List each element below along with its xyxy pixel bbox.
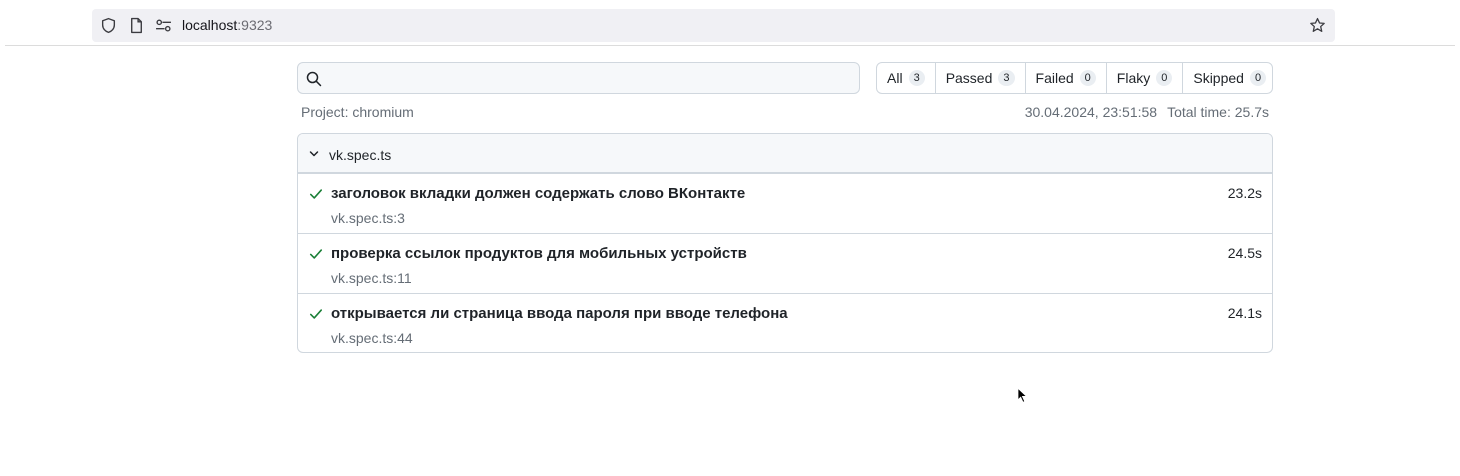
mouse-cursor-icon	[1017, 387, 1028, 403]
search-icon	[306, 71, 322, 87]
filter-label: Passed	[945, 70, 993, 86]
file-header[interactable]: vk.spec.ts	[298, 134, 1272, 173]
browser-toolbar: localhost:9323	[0, 0, 1460, 46]
filter-count: 0	[1249, 70, 1267, 86]
url-text[interactable]: localhost:9323	[182, 17, 272, 34]
search-box[interactable]	[297, 62, 860, 94]
toolbar-divider	[5, 45, 1455, 46]
filter-label: Skipped	[1193, 70, 1244, 86]
url-host: localhost	[182, 17, 238, 33]
address-bar[interactable]: localhost:9323	[92, 9, 1335, 42]
total-time: Total time: 25.7s	[1167, 104, 1269, 120]
url-port: :9323	[237, 17, 273, 33]
check-icon	[309, 189, 323, 199]
test-row[interactable]: открывается ли страница ввода пароля при…	[298, 293, 1272, 352]
filter-label: All	[887, 70, 903, 86]
chevron-down-icon[interactable]	[309, 149, 319, 159]
test-duration: 24.5s	[1227, 245, 1262, 261]
filter-count: 0	[1156, 70, 1173, 86]
test-duration: 24.1s	[1227, 305, 1262, 321]
page-icon[interactable]	[128, 17, 145, 34]
filter-flaky[interactable]: Flaky 0	[1105, 63, 1183, 93]
test-row[interactable]: заголовок вкладки должен содержать слово…	[298, 173, 1272, 233]
bookmark-star-icon[interactable]	[1309, 17, 1326, 34]
filter-failed[interactable]: Failed 0	[1024, 63, 1106, 93]
test-row[interactable]: проверка ссылок продуктов для мобильных …	[298, 233, 1272, 293]
test-location: vk.spec.ts:3	[331, 210, 405, 226]
test-title[interactable]: заголовок вкладки должен содержать слово…	[331, 185, 745, 203]
test-duration: 23.2s	[1227, 185, 1262, 201]
test-location: vk.spec.ts:11	[331, 270, 412, 286]
filter-count: 3	[998, 70, 1015, 86]
filter-all[interactable]: All 3	[877, 63, 935, 93]
filter-count: 0	[1079, 70, 1096, 86]
status-filter-bar: All 3 Passed 3 Failed 0 Flaky 0 Skipped 0	[876, 62, 1273, 94]
filter-label: Failed	[1035, 70, 1074, 86]
filter-skipped[interactable]: Skipped 0	[1182, 63, 1272, 93]
test-title[interactable]: проверка ссылок продуктов для мобильных …	[331, 245, 747, 263]
test-location: vk.spec.ts:44	[331, 330, 413, 346]
shield-icon[interactable]	[100, 17, 117, 34]
filter-label: Flaky	[1116, 70, 1151, 86]
report-timestamp: 30.04.2024, 23:51:58	[1024, 104, 1158, 120]
report-meta: 30.04.2024, 23:51:58 Total time: 25.7s	[1025, 104, 1269, 120]
project-label: Project: chromium	[301, 104, 414, 120]
permissions-icon[interactable]	[155, 17, 172, 34]
check-icon	[309, 309, 323, 319]
filter-count: 3	[908, 70, 925, 86]
search-input[interactable]	[328, 67, 848, 89]
test-title[interactable]: открывается ли страница ввода пароля при…	[331, 305, 788, 323]
filter-passed[interactable]: Passed 3	[934, 63, 1025, 93]
file-name: vk.spec.ts	[329, 147, 392, 163]
check-icon	[309, 249, 323, 259]
test-file-panel: vk.spec.ts заголовок вкладки должен соде…	[297, 133, 1273, 353]
